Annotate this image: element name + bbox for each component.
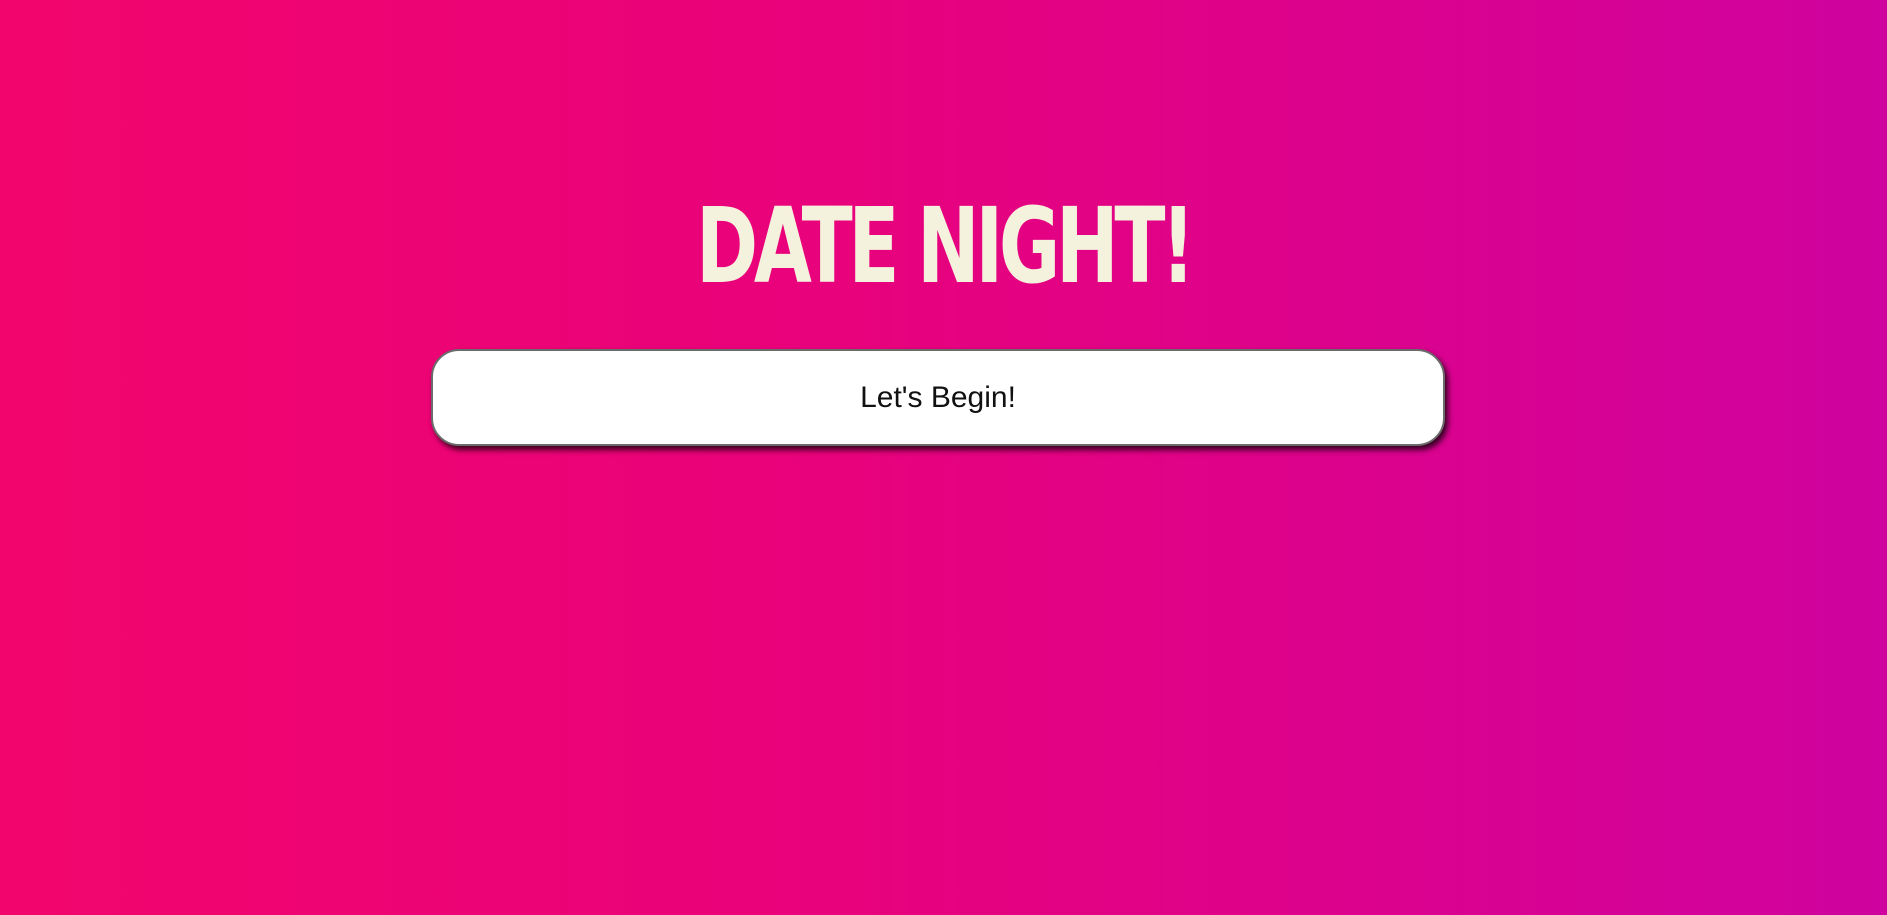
lets-begin-button[interactable]: Let's Begin!: [431, 349, 1445, 446]
page-title: DATE NIGHT!: [696, 185, 1195, 307]
